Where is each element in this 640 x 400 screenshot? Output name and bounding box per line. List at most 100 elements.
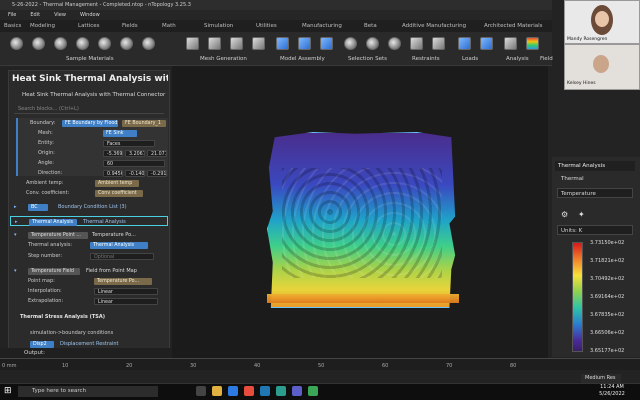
- pin-icon[interactable]: ✦: [578, 210, 585, 219]
- tab-simulation[interactable]: Simulation: [204, 20, 233, 32]
- selection-icon[interactable]: [388, 37, 401, 50]
- menu-file[interactable]: File: [8, 12, 16, 18]
- origin-x-field[interactable]: -5.369: [103, 150, 123, 157]
- selection-icon[interactable]: [344, 37, 357, 50]
- tab-modeling[interactable]: Modeling: [30, 20, 55, 32]
- origin-z-field[interactable]: 21.071: [147, 150, 167, 157]
- assembly-icon[interactable]: [276, 37, 289, 50]
- thermal-analysis-label: Thermal analysis:: [28, 242, 73, 248]
- tab-manufacturing[interactable]: Manufacturing: [302, 20, 342, 32]
- extrapolation-label: Extrapolation:: [28, 298, 64, 304]
- resolution-select[interactable]: Medium Res: [581, 374, 621, 383]
- ruler-origin: 0 mm: [2, 363, 17, 369]
- origin-y-field[interactable]: 3.2067: [125, 150, 145, 157]
- tf-tag: Temperature Field: [28, 267, 80, 275]
- interpolation-select[interactable]: Linear: [94, 288, 158, 295]
- boundary-input[interactable]: FE Boundary by Flood...: [62, 120, 118, 127]
- ntopology-icon[interactable]: [276, 386, 286, 396]
- task-view-icon[interactable]: [196, 386, 206, 396]
- mesh-input[interactable]: FE Sink: [103, 130, 137, 137]
- ambient-input[interactable]: Ambient temp: [95, 180, 139, 187]
- tab-beta[interactable]: Beta: [364, 20, 377, 32]
- tab-fields[interactable]: Fields: [122, 20, 138, 32]
- material-icon[interactable]: [98, 37, 111, 50]
- search-blocks-input[interactable]: Search blocks... (Ctrl+L): [14, 104, 164, 114]
- selection-icon[interactable]: [366, 37, 379, 50]
- gear-icon[interactable]: ⚙: [561, 210, 568, 219]
- outlook-icon[interactable]: [260, 386, 270, 396]
- load-icon[interactable]: [458, 37, 471, 50]
- assembly-icon[interactable]: [320, 37, 333, 50]
- edge-icon[interactable]: [228, 386, 238, 396]
- temperature-field-block[interactable]: ▾ Temperature Field Field from Point Map: [10, 266, 168, 276]
- menu-window[interactable]: Window: [80, 12, 100, 18]
- material-icon[interactable]: [120, 37, 133, 50]
- restraint-icon[interactable]: [432, 37, 445, 50]
- menu-edit[interactable]: Edit: [30, 12, 40, 18]
- analysis-icon[interactable]: [504, 37, 517, 50]
- excel-icon[interactable]: [308, 386, 318, 396]
- conv-input[interactable]: Conv coefficient: [95, 190, 143, 197]
- direction-x-field[interactable]: 0.9456: [103, 170, 123, 177]
- properties-panel: [552, 157, 640, 357]
- disp-value: Displacement Restraint: [60, 341, 119, 347]
- group-field: Field: [540, 56, 553, 62]
- group-selection-sets: Selection Sets: [348, 56, 387, 62]
- angle-label: Angle:: [38, 160, 54, 166]
- thermal-analysis-block[interactable]: ▸ Thermal Analysis Thermal Analysis: [10, 216, 168, 226]
- mesh-icon[interactable]: [208, 37, 221, 50]
- expand-icon[interactable]: ▸: [14, 202, 17, 212]
- extrapolation-select[interactable]: Linear: [94, 298, 158, 305]
- system-clock[interactable]: 11:24 AM 5/26/2022: [592, 384, 632, 398]
- menu-view[interactable]: View: [54, 12, 66, 18]
- tab-lattices[interactable]: Lattices: [78, 20, 100, 32]
- mesh-icon[interactable]: [230, 37, 243, 50]
- properties-title[interactable]: Thermal Analysis: [555, 161, 635, 171]
- material-icon[interactable]: [32, 37, 45, 50]
- file-explorer-icon[interactable]: [212, 386, 222, 396]
- direction-y-field[interactable]: -0.1408: [125, 170, 145, 177]
- participant-face: [595, 11, 609, 27]
- tab-architected-materials[interactable]: Architected Materials: [484, 20, 543, 32]
- angle-field[interactable]: 60: [103, 160, 165, 167]
- clock-date: 5/26/2022: [599, 391, 625, 397]
- participant-name: Mandy Rosengren: [567, 37, 608, 42]
- tab-basics[interactable]: Basics: [4, 20, 21, 32]
- simulation-note: simulation->boundary conditions: [30, 330, 114, 336]
- restraint-icon[interactable]: [410, 37, 423, 50]
- assembly-icon[interactable]: [298, 37, 311, 50]
- chrome-icon[interactable]: [244, 386, 254, 396]
- expand-icon[interactable]: ▸: [15, 217, 18, 227]
- units-select[interactable]: Units: K: [557, 225, 633, 235]
- disp-tag[interactable]: Disp2: [30, 341, 54, 348]
- field-select[interactable]: Temperature: [557, 188, 633, 198]
- legend-label: 3.67835e+02: [590, 312, 625, 318]
- output-bar[interactable]: Output:: [0, 348, 172, 358]
- entity-select[interactable]: Faces: [103, 140, 155, 147]
- boundary-output[interactable]: FE Boundary_1: [122, 120, 166, 127]
- participant-video: Mandy Rosengren: [564, 0, 640, 44]
- material-icon[interactable]: [54, 37, 67, 50]
- mesh-icon[interactable]: [186, 37, 199, 50]
- step-number-field[interactable]: Optional: [90, 253, 154, 260]
- point-map-input[interactable]: Temperature Po...: [94, 278, 152, 285]
- tab-utilities[interactable]: Utilities: [256, 20, 277, 32]
- temperature-point-block[interactable]: ▾ Temperature Point ... Temperature Po..…: [10, 230, 168, 240]
- ruler-tick: 70: [446, 363, 453, 369]
- material-icon[interactable]: [10, 37, 23, 50]
- load-icon[interactable]: [480, 37, 493, 50]
- windows-start-icon[interactable]: ⊞: [4, 386, 14, 396]
- direction-z-field[interactable]: -0.291: [147, 170, 167, 177]
- material-icon[interactable]: [142, 37, 155, 50]
- bc-list-block[interactable]: ▸ BC Boundary Condition List (3): [10, 202, 168, 212]
- thermal-analysis-input[interactable]: Thermal Analysis: [90, 242, 148, 249]
- collapse-icon[interactable]: ▾: [14, 230, 17, 240]
- analysis-icon[interactable]: [526, 37, 539, 50]
- tab-math[interactable]: Math: [162, 20, 176, 32]
- mesh-icon[interactable]: [252, 37, 265, 50]
- teams-icon[interactable]: [292, 386, 302, 396]
- taskbar-search[interactable]: Type here to search: [18, 386, 158, 397]
- tab-additive-manufacturing[interactable]: Additive Manufacturing: [402, 20, 466, 32]
- material-icon[interactable]: [76, 37, 89, 50]
- collapse-icon[interactable]: ▾: [14, 266, 17, 276]
